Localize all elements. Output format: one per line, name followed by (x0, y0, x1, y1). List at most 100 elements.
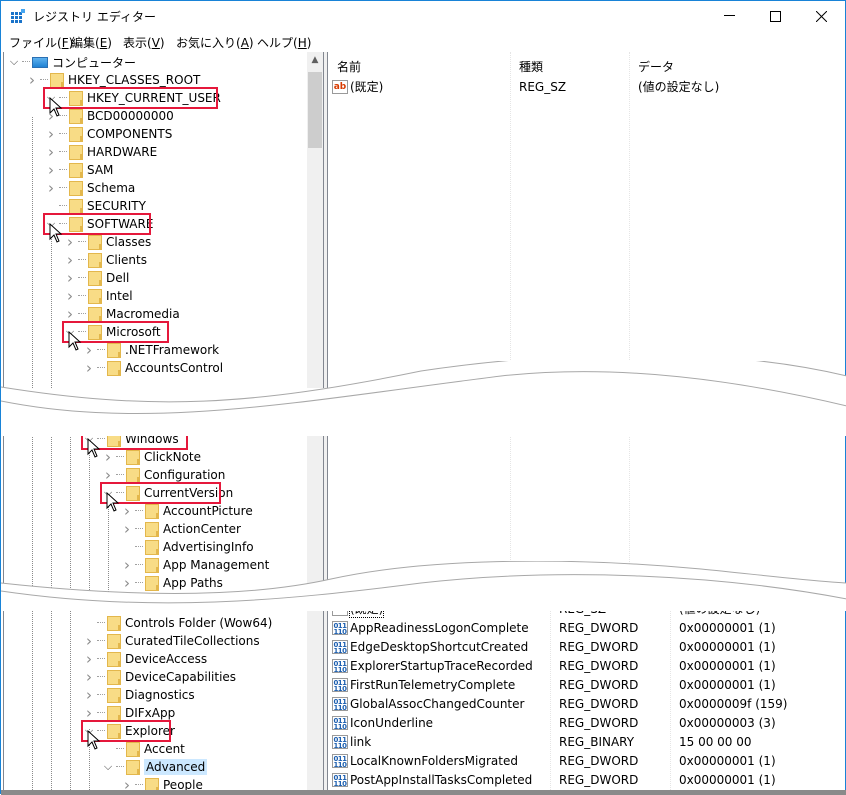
value-data: 0x00000003 (3) (679, 715, 776, 730)
tree-node[interactable]: AdvertisingInfo (121, 538, 254, 556)
tree-node[interactable]: › .NETFramework (83, 341, 219, 359)
tree-node-label: .NETFramework (125, 343, 220, 357)
value-type: REG_DWORD (559, 715, 639, 730)
chevron-down-icon[interactable]: ⌵ (8, 53, 20, 71)
tree-node[interactable]: › Diagnostics (83, 686, 195, 704)
minimize-button[interactable] (706, 1, 752, 31)
tree-node-label: DIFxApp (125, 706, 176, 720)
binary-value-icon: 011 110 (332, 772, 348, 788)
chevron-right-icon[interactable]: › (83, 686, 95, 704)
tree-node[interactable]: Accent (102, 740, 185, 758)
chevron-right-icon[interactable]: › (83, 668, 95, 686)
chevron-right-icon[interactable]: › (83, 650, 95, 668)
chevron-right-icon[interactable]: › (121, 502, 133, 520)
value-data: 0x00000001 (1) (679, 677, 776, 692)
column-header-type[interactable]: 種類 (519, 58, 543, 75)
value-row[interactable]: 011 110 PostAppInstallTasksCompleted REG_DW… (332, 770, 832, 789)
folder-icon (107, 615, 121, 631)
tree-node[interactable]: › ClickNote (102, 448, 201, 466)
tree-node[interactable]: › Schema (45, 179, 135, 197)
tree-connector (59, 169, 67, 171)
tree-node[interactable]: › Dell (64, 269, 129, 287)
chevron-right-icon[interactable]: › (83, 632, 95, 650)
column-header-data[interactable]: データ (638, 58, 674, 75)
value-type: REG_DWORD (559, 658, 639, 673)
chevron-right-icon[interactable]: › (26, 71, 38, 89)
folder-icon (69, 144, 83, 160)
value-row[interactable]: 011 110 EdgeDesktopShortcutCreated REG_DWOR… (332, 637, 832, 656)
tree-node[interactable]: › Classes (64, 233, 151, 251)
tree-node[interactable]: › DeviceAccess (83, 650, 207, 668)
string-value-icon: ab (332, 79, 348, 94)
tree-node[interactable]: › Intel (64, 287, 133, 305)
menu-help[interactable]: ヘルプ(H) (257, 34, 311, 51)
folder-icon (126, 741, 140, 757)
value-row[interactable]: 011 110 GlobalAssocChangedCounter REG_DWORD… (332, 694, 832, 713)
close-button[interactable] (798, 1, 844, 31)
tree-connector (59, 133, 67, 135)
tree-node[interactable]: › Clients (64, 251, 147, 269)
value-data: 0x00000001 (1) (679, 639, 776, 654)
value-row[interactable]: ab(既定) REG_SZ (値の設定なし) (332, 77, 832, 96)
chevron-right-icon[interactable]: › (121, 520, 133, 538)
tree-node[interactable]: › People (121, 776, 203, 790)
value-data: 15 00 00 00 (679, 734, 752, 749)
chevron-right-icon[interactable]: › (64, 233, 76, 251)
chevron-right-icon[interactable]: › (64, 287, 76, 305)
value-row[interactable]: 011 110 LocalKnownFoldersMigrated REG_DWORD… (332, 751, 832, 770)
tree-node[interactable]: ⌵ Advanced (102, 758, 208, 776)
tree-node[interactable]: › DeviceCapabilities (83, 668, 236, 686)
tree-node[interactable]: › COMPONENTS (45, 125, 172, 143)
menu-file[interactable]: ファイル(F) (9, 34, 73, 51)
tree-node[interactable]: › SAM (45, 161, 113, 179)
tree-node[interactable]: ⌵ コンピューター (8, 53, 136, 71)
chevron-right-icon[interactable]: › (121, 776, 133, 790)
tree-node-label: DeviceCapabilities (125, 670, 237, 684)
chevron-right-icon[interactable]: › (45, 107, 57, 125)
registry-editor-window: レジストリ エディター ファイル(F) 編集(E) 表示(V) お気に入り(A)… (0, 0, 846, 795)
menu-favorites[interactable]: お気に入り(A) (176, 34, 254, 51)
tree-scrollbar[interactable] (307, 599, 323, 790)
tree-node-label: People (163, 778, 203, 790)
tree-node[interactable]: › CuratedTileCollections (83, 632, 260, 650)
folder-icon (88, 234, 102, 250)
tree-node[interactable]: Controls Folder (Wow64) (83, 614, 272, 632)
tree-node[interactable]: › HARDWARE (45, 143, 157, 161)
close-icon (815, 10, 827, 22)
chevron-right-icon[interactable]: › (64, 269, 76, 287)
chevron-right-icon[interactable]: › (102, 448, 114, 466)
value-row[interactable]: 011 110 link REG_BINARY 15 00 00 00 (332, 732, 832, 751)
scroll-up-arrow-icon[interactable]: ▲ (307, 52, 323, 69)
menu-view[interactable]: 表示(V) (123, 34, 165, 51)
folder-icon (69, 162, 83, 178)
value-row[interactable]: 011 110 FirstRunTelemetryComplete REG_DWORD… (332, 675, 832, 694)
tree-node[interactable]: › AccountPicture (121, 502, 253, 520)
folder-icon (145, 521, 159, 537)
value-row[interactable]: 011 110 ExplorerStartupTraceRecorded REG_DW… (332, 656, 832, 675)
value-name: PostAppInstallTasksCompleted (350, 772, 533, 787)
tree-node-label: Controls Folder (Wow64) (125, 616, 273, 630)
maximize-icon (769, 10, 781, 22)
chevron-right-icon[interactable]: › (83, 341, 95, 359)
value-data: 0x0000009f (159) (679, 696, 788, 711)
mouse-pointer-icon (106, 492, 120, 512)
tree-node[interactable]: › BCD00000000 (45, 107, 174, 125)
value-row[interactable]: 011 110 IconUnderline REG_DWORD 0x00000003 (… (332, 713, 832, 732)
tree-connector (97, 694, 105, 696)
tree-node[interactable]: › ActionCenter (121, 520, 241, 538)
chevron-down-icon[interactable]: ⌵ (102, 758, 114, 776)
tree-scrollbar[interactable]: ▲ (307, 52, 323, 388)
column-header-name[interactable]: 名前 (337, 58, 361, 75)
menu-edit[interactable]: 編集(E) (71, 34, 112, 51)
mouse-pointer-icon (68, 331, 82, 351)
chevron-right-icon[interactable]: › (45, 125, 57, 143)
chevron-right-icon[interactable]: › (45, 143, 57, 161)
value-row[interactable]: 011 110 AppReadinessLogonComplete REG_DWORD… (332, 618, 832, 637)
mouse-pointer-icon (49, 223, 63, 243)
chevron-right-icon[interactable]: › (64, 251, 76, 269)
chevron-right-icon[interactable]: › (45, 179, 57, 197)
scrollbar-thumb[interactable] (308, 72, 322, 148)
folder-icon (50, 72, 64, 88)
chevron-right-icon[interactable]: › (45, 161, 57, 179)
maximize-button[interactable] (752, 1, 798, 31)
